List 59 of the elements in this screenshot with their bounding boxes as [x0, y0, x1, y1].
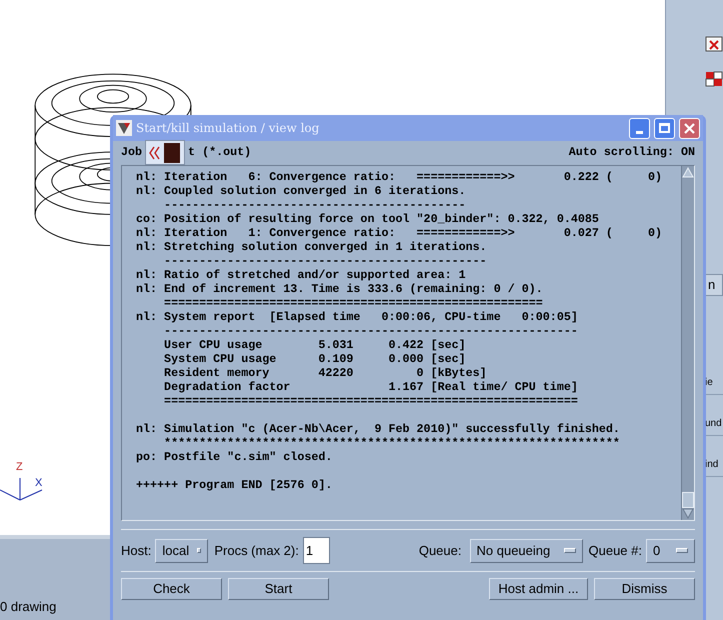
log-line: nl: Simulation "c (Acer-Nb\Acer, 9 Feb 2010)" successfully finished.	[136, 422, 621, 436]
axis-triad-icon	[0, 478, 44, 502]
procs-label: Procs (max 2):	[214, 542, 299, 560]
procs-input[interactable]: 1	[302, 537, 330, 564]
log-line: -----------------------------------------------------------	[163, 324, 579, 338]
log-line: nl: Iteration 1: Convergence ratio: ============>> 0.027 ( 0)	[136, 226, 664, 240]
minimize-icon	[636, 130, 643, 134]
maximize-icon	[659, 123, 670, 133]
dialog-button[interactable]: Check	[121, 578, 222, 600]
dropdown-indicator-icon	[564, 548, 576, 553]
dialog-button[interactable]: Start	[228, 578, 329, 600]
log-line: Degradation factor 1.167 [Real time/ CPU time]	[163, 380, 579, 394]
host-dropdown[interactable]: local	[155, 538, 208, 562]
dialog-button[interactable]: Dismiss	[594, 578, 695, 600]
log-line: *****************************************************************	[163, 436, 621, 450]
queue-number-dropdown[interactable]: 0	[646, 538, 695, 562]
log-line: nl: Stretching solution converged in 1 iterations.	[136, 240, 488, 254]
minimize-button[interactable]	[629, 118, 650, 138]
log-line: User CPU usage 5.031 0.422 [sec]	[163, 338, 467, 352]
scroll-thumb[interactable]	[682, 492, 694, 508]
log-line: ----------------------------------------------	[163, 254, 488, 268]
log-line: nl: Iteration 6: Convergence ratio: ============>> 0.222 ( 0)	[136, 170, 664, 184]
log-line: ======================================================	[163, 296, 544, 310]
app-icon	[116, 120, 132, 136]
maximize-button[interactable]	[654, 118, 675, 138]
queue-dropdown[interactable]: No queueing	[470, 538, 582, 562]
dropdown-indicator-icon	[676, 548, 688, 553]
log-line: nl: End of increment 13. Time is 333.6 (remaining: 0 / 0).	[136, 282, 544, 296]
window-close-icon	[705, 36, 723, 52]
double-chevron-icon[interactable]	[149, 146, 161, 160]
axis-label: Z	[16, 462, 23, 473]
window-title: Start/kill simulation / view log	[136, 120, 320, 137]
auto-scrolling-label: Auto scrolling: ON	[568, 144, 695, 162]
axis-label: X	[35, 478, 42, 489]
checker-flag-icon	[705, 70, 723, 88]
scroll-down-icon[interactable]	[682, 508, 694, 520]
color-swatch[interactable]	[164, 142, 180, 162]
log-line: -------------------------------------------	[163, 198, 467, 212]
log-line: ++++++ Program END [2576 0].	[136, 478, 334, 492]
log-line: nl: Ratio of stretched and/or supported area: 1	[136, 268, 467, 282]
log-line: ===========================================================	[163, 394, 579, 408]
log-line: System CPU usage 0.109 0.000 [sec]	[163, 352, 467, 366]
log-line: nl: System report [Elapsed time 0:00:06, CPU-time 0:00:05]	[136, 310, 579, 324]
host-label: Host:	[121, 542, 152, 560]
job-label: Job	[121, 144, 142, 162]
dialog-button[interactable]: Host admin ...	[489, 578, 588, 600]
queue-label: Queue:	[418, 542, 462, 560]
toolbar-label[interactable]: n	[705, 274, 723, 296]
queue-number-label: Queue #:	[588, 542, 642, 560]
job-label: t (*.out)	[188, 144, 252, 162]
close-icon	[684, 122, 695, 134]
log-line: po: Postfile "c.sim" closed.	[136, 450, 334, 464]
close-button[interactable]	[679, 118, 700, 138]
log-line: nl: Coupled solution converged in 6 iterations.	[136, 184, 467, 198]
dropdown-indicator-icon	[197, 548, 202, 553]
status-text: 0 drawing	[0, 598, 56, 616]
log-line: co: Position of resulting force on tool "20_binder": 0.322, 0.4085	[136, 212, 600, 226]
log-line: Resident memory 42220 0 [kBytes]	[163, 366, 488, 380]
scroll-up-icon[interactable]	[682, 166, 694, 178]
